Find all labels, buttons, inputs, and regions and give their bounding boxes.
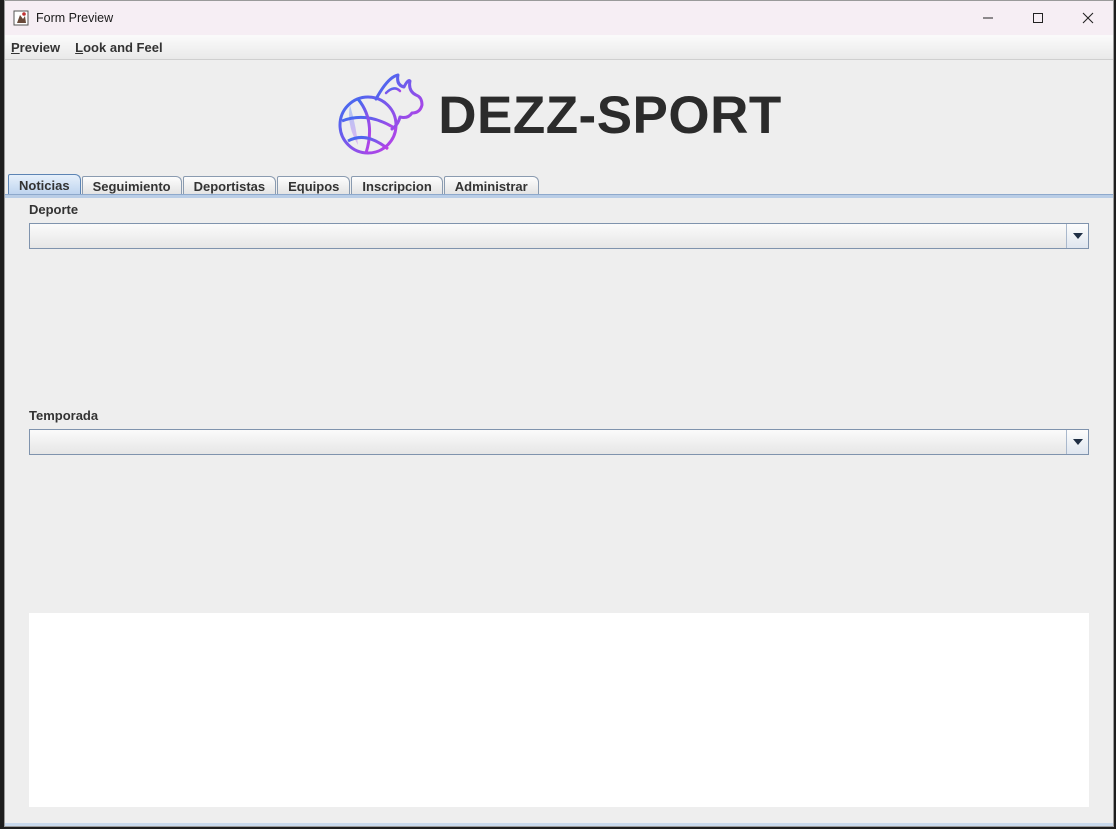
menu-preview[interactable]: Preview: [10, 40, 61, 55]
temporada-combobox[interactable]: [29, 429, 1089, 455]
tab-noticias[interactable]: Noticias: [8, 174, 81, 195]
tab-deportistas[interactable]: Deportistas: [182, 176, 277, 195]
basketball-flame-icon: [338, 73, 424, 155]
window-title: Form Preview: [36, 11, 114, 25]
window-controls: [963, 1, 1113, 35]
menu-bar: Preview Look and Feel: [5, 35, 1113, 60]
panel-bottom-border: [5, 823, 1113, 826]
tab-administrar[interactable]: Administrar: [443, 176, 539, 195]
temporada-label: Temporada: [29, 408, 99, 423]
close-button[interactable]: [1063, 1, 1113, 35]
form-preview-window: Form Preview Preview Look and Feel DEZZ-…: [4, 0, 1114, 827]
deporte-label: Deporte: [29, 202, 79, 217]
news-content-area[interactable]: [29, 613, 1089, 807]
maximize-button[interactable]: [1013, 1, 1063, 35]
tab-panel-border: [5, 194, 1113, 198]
tab-inscripcion[interactable]: Inscripcion: [351, 176, 443, 195]
close-icon: [1082, 12, 1094, 24]
minimize-button[interactable]: [963, 1, 1013, 35]
menu-look-and-feel-mnemonic: L: [75, 39, 84, 55]
deporte-combobox[interactable]: [29, 223, 1089, 249]
brand-header: DEZZ-SPORT: [5, 67, 1113, 163]
title-bar[interactable]: Form Preview: [5, 1, 1113, 35]
menu-preview-label: review: [19, 39, 61, 55]
menu-look-and-feel[interactable]: Look and Feel: [74, 40, 163, 55]
maximize-icon: [1033, 13, 1043, 23]
deporte-dropdown-button[interactable]: [1066, 224, 1088, 248]
menu-look-and-feel-label: ook and Feel: [83, 39, 163, 55]
java-app-icon: [12, 9, 30, 27]
tab-equipos[interactable]: Equipos: [277, 176, 351, 195]
tab-seguimiento[interactable]: Seguimiento: [81, 176, 182, 195]
chevron-down-icon: [1072, 439, 1083, 445]
brand-title: DEZZ-SPORT: [438, 85, 782, 145]
chevron-down-icon: [1072, 233, 1083, 239]
menu-preview-mnemonic: P: [11, 39, 20, 55]
minimize-icon: [983, 17, 993, 19]
main-tabs: Noticias Seguimiento Deportistas Equipos…: [8, 174, 540, 195]
temporada-dropdown-button[interactable]: [1066, 430, 1088, 454]
